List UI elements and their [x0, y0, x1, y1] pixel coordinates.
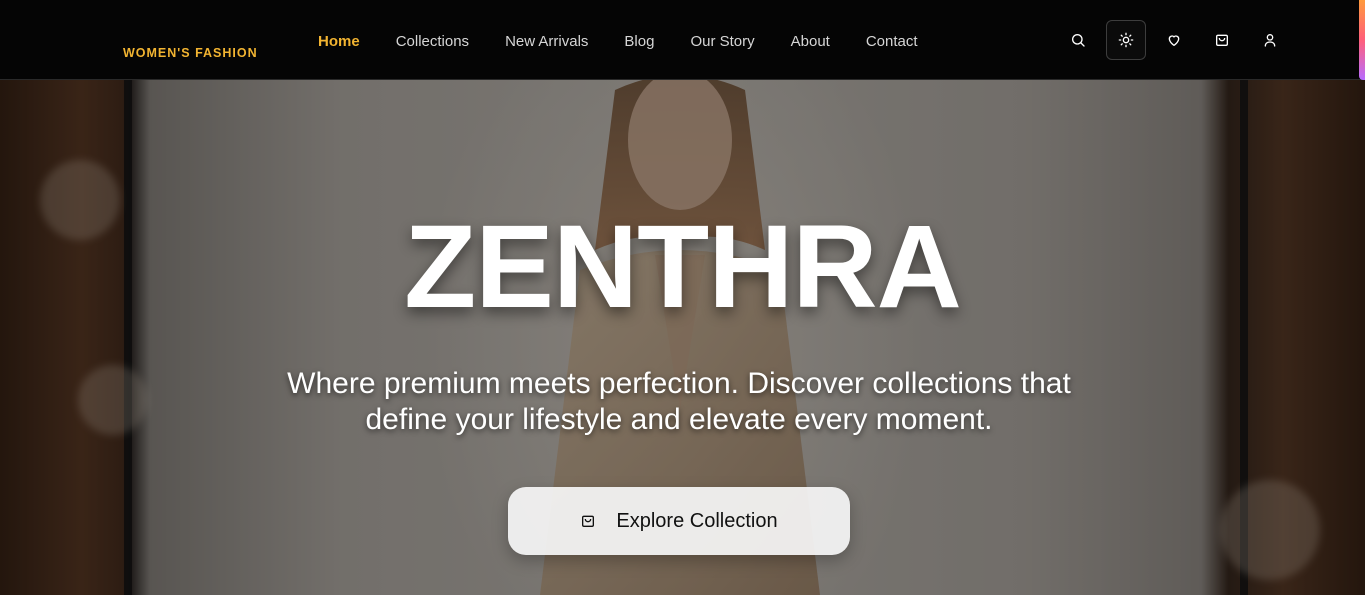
cart-button[interactable] — [1202, 20, 1242, 60]
account-button[interactable] — [1250, 20, 1290, 60]
scroll-indicator — [1359, 0, 1365, 80]
shopping-bag-icon — [1216, 34, 1228, 46]
theme-toggle-button[interactable] — [1106, 20, 1146, 60]
navbar: WOMEN'S FASHION Home Collections New Arr… — [0, 0, 1365, 80]
user-icon — [1264, 34, 1276, 47]
search-button[interactable] — [1058, 20, 1098, 60]
main-nav: Home Collections New Arrivals Blog Our S… — [300, 30, 936, 52]
explore-collection-label: Explore Collection — [616, 509, 778, 532]
hero-subtitle: Where premium meets perfection. Discover… — [250, 366, 1108, 438]
header-actions — [1058, 20, 1298, 60]
nav-link-our-story[interactable]: Our Story — [672, 33, 772, 50]
shopping-bag-icon — [582, 515, 595, 527]
hero-subtitle-line-2: define your lifestyle and elevate every … — [365, 403, 993, 436]
search-icon — [1072, 34, 1085, 47]
nav-link-collections[interactable]: Collections — [378, 33, 487, 50]
brand-logo[interactable]: WOMEN'S FASHION — [123, 46, 258, 60]
heart-icon — [1168, 35, 1180, 46]
hero-title: ZENTHRA — [404, 201, 962, 333]
hero-section: ZENTHRA Where premium meets perfection. … — [0, 80, 1365, 595]
nav-link-new-arrivals[interactable]: New Arrivals — [487, 33, 606, 50]
nav-link-blog[interactable]: Blog — [606, 33, 672, 50]
wishlist-button[interactable] — [1154, 20, 1194, 60]
nav-link-about[interactable]: About — [773, 33, 848, 50]
hero-subtitle-line-1: Where premium meets perfection. Discover… — [287, 367, 1071, 400]
nav-link-contact[interactable]: Contact — [848, 33, 936, 50]
sun-icon — [1118, 32, 1134, 48]
nav-link-home[interactable]: Home — [300, 33, 378, 50]
explore-collection-button[interactable]: Explore Collection — [508, 487, 850, 555]
